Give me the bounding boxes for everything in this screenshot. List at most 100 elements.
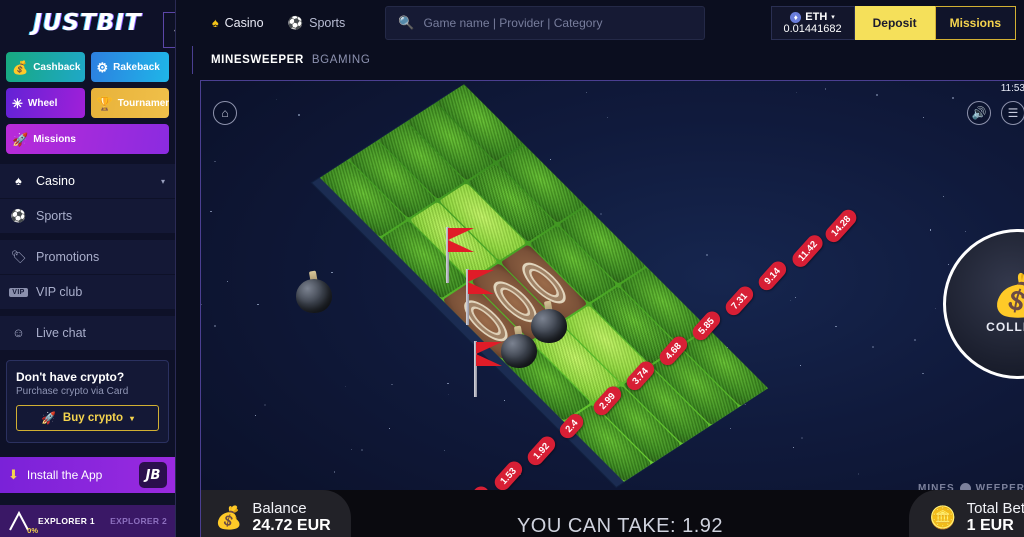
explorer-progress-percent: 0% [27, 526, 38, 535]
multiplier-chip-rail: 1.231.531.922.42.993.744.685.857.319.141… [201, 81, 1024, 537]
promo-card-label: Rakeback [113, 62, 160, 73]
trophy-icon: 🏆 [97, 97, 113, 110]
multiplier-chip: 11.42 [789, 232, 826, 270]
total-bet-label: Total Bet [967, 500, 1024, 517]
promo-card-label: Cashback [33, 62, 80, 73]
header-link-label: Sports [309, 16, 345, 30]
tag-icon: 🏷 [10, 250, 27, 265]
search-icon: 🔍 [398, 15, 414, 31]
vip-badge-text: VIP [9, 288, 27, 297]
search-input[interactable] [423, 16, 692, 30]
install-app-banner[interactable]: ⬇ Install the App JB [0, 457, 175, 493]
sidebar-item-live-chat[interactable]: ☺ Live chat [0, 316, 175, 350]
game-title: MINESWEEPER [211, 54, 304, 66]
jb-app-badge: JB [139, 462, 167, 488]
sidebar: JUSTBIT ❮ 💰 Cashback ⚙ Rakeback ✳ Wheel … [0, 0, 176, 537]
sidebar-item-label: Casino [36, 174, 75, 188]
header-link-casino[interactable]: ♠ Casino [200, 16, 276, 30]
promo-card-label: Wheel [28, 98, 57, 109]
missions-button[interactable]: Missions [935, 6, 1016, 40]
sidebar-nav-secondary: 🏷 Promotions VIP VIP club [0, 240, 175, 309]
sidebar-nav-tertiary: ☺ Live chat [0, 316, 175, 350]
buy-crypto-title: Don't have crypto? [16, 370, 159, 384]
wallet-currency-row: ♦ ETH ▾ [790, 11, 835, 23]
sidebar-item-vip-club[interactable]: VIP VIP club [0, 275, 175, 309]
wheel-icon: ✳ [12, 97, 23, 110]
coin-gears-icon: ⚙ [97, 61, 109, 74]
multiplier-chip: 2.4 [557, 411, 587, 442]
deposit-button[interactable]: Deposit [855, 6, 935, 40]
multiplier-chip: 3.74 [623, 359, 657, 394]
brand-logo[interactable]: JUSTBIT [0, 0, 175, 46]
status-message: YOU CAN TAKE: 1.92 [201, 515, 1024, 537]
multiplier-chip: 2.99 [590, 384, 624, 419]
search-box[interactable]: 🔍 [385, 6, 705, 40]
coins-icon: 🪙 [929, 505, 956, 531]
game-provider: BGAMING [312, 54, 371, 66]
install-app-label: Install the App [27, 468, 131, 482]
promo-card-wheel[interactable]: ✳ Wheel [6, 88, 85, 118]
multiplier-chip: 7.31 [722, 284, 756, 319]
sidebar-item-casino[interactable]: ♠ Casino ▾ [0, 164, 175, 198]
wallet-selector[interactable]: ♦ ETH ▾ 0.01441682 [771, 6, 855, 40]
promo-card-label: Tournaments [118, 98, 169, 109]
explorer-progress-bar[interactable]: EXPLORER 1 EXPLORER 2 0% [0, 505, 175, 537]
buy-crypto-button-label: Buy crypto [63, 412, 123, 424]
chevron-down-icon: ▾ [130, 414, 134, 423]
vip-badge-icon: VIP [10, 288, 27, 297]
total-bet-value: 1 EUR [967, 517, 1024, 535]
brand-logo-text: JUSTBIT [33, 10, 141, 36]
buy-crypto-button[interactable]: 🚀 Buy crypto ▾ [16, 405, 159, 431]
explorer-row: EXPLORER 1 EXPLORER 2 [38, 516, 167, 526]
sidebar-item-sports[interactable]: ⚽ Sports [0, 199, 175, 233]
eth-icon: ♦ [790, 12, 801, 23]
top-header: ♠ Casino ⚽ Sports 🔍 ♦ ETH ▾ 0.0144168 [176, 0, 1024, 46]
promo-card-missions[interactable]: 🚀 Missions [6, 124, 169, 154]
promo-card-cashback[interactable]: 💰 Cashback [6, 52, 85, 82]
spade-icon: ♠ [10, 174, 27, 188]
promo-card-tournaments[interactable]: 🏆 Tournaments [91, 88, 170, 118]
sidebar-collapse-button[interactable]: ❮ [163, 12, 176, 48]
promo-card-rakeback[interactable]: ⚙ Rakeback [91, 52, 170, 82]
multiplier-chip: 1.92 [524, 434, 558, 469]
rocket-icon: 🚀 [12, 133, 28, 146]
sidebar-item-label: Promotions [36, 250, 99, 264]
wallet-currency: ETH [805, 11, 827, 23]
game-board-wrapper: 1.231.531.922.42.993.744.685.857.319.141… [201, 81, 1024, 537]
game-hud: 💰 Balance 24.72 EUR YOU CAN TAKE: 1.92 🪙… [201, 490, 1024, 537]
game-breadcrumb: MINESWEEPER BGAMING [192, 46, 1024, 74]
coin-hand-icon: 💰 [12, 61, 28, 74]
wallet-amount: 0.01441682 [784, 23, 842, 35]
multiplier-chip: 4.68 [656, 334, 690, 369]
sidebar-item-label: Live chat [36, 326, 86, 340]
promo-card-label: Missions [33, 134, 76, 145]
rocket-outline-icon: 🚀 [41, 411, 56, 425]
sidebar-item-label: Sports [36, 209, 72, 223]
header-right-controls: ♦ ETH ▾ 0.01441682 Deposit Missions [771, 6, 1017, 40]
sidebar-item-promotions[interactable]: 🏷 Promotions [0, 240, 175, 274]
main-area: ♠ Casino ⚽ Sports 🔍 ♦ ETH ▾ 0.0144168 [176, 0, 1024, 537]
buy-crypto-subtitle: Purchase crypto via Card [16, 386, 159, 397]
multiplier-chip: 5.85 [689, 309, 723, 344]
chevron-down-icon: ▾ [161, 177, 165, 186]
explorer-labels: EXPLORER 1 EXPLORER 2 0% [38, 516, 167, 526]
buy-crypto-card: Don't have crypto? Purchase crypto via C… [6, 360, 169, 443]
sidebar-nav-primary: ♠ Casino ▾ ⚽ Sports [0, 164, 175, 233]
multiplier-chip: 1.53 [491, 459, 525, 494]
explorer-level-next: EXPLORER 2 [110, 516, 167, 526]
multiplier-chip: 9.14 [755, 259, 789, 294]
total-bet-panel: 🪙 Total Bet 1 EUR [909, 490, 1024, 537]
game-frame: ⌂ 11:53 🔊 ☰ 1.231.531.922.42.993.744.685… [200, 80, 1024, 537]
soccer-ball-icon: ⚽ [10, 209, 27, 224]
header-link-sports[interactable]: ⚽ Sports [276, 16, 358, 31]
collect-button-label: COLLECT [986, 320, 1024, 334]
chevron-down-icon: ▾ [831, 13, 835, 21]
money-bag-icon: 💰 [992, 274, 1024, 316]
promo-card-grid: 💰 Cashback ⚙ Rakeback ✳ Wheel 🏆 Tourname… [0, 46, 175, 154]
multiplier-chip: 14.28 [822, 207, 859, 246]
app-root: JUSTBIT ❮ 💰 Cashback ⚙ Rakeback ✳ Wheel … [0, 0, 1024, 537]
total-bet-text: Total Bet 1 EUR [967, 500, 1024, 536]
soccer-ball-icon: ⚽ [288, 16, 304, 31]
sidebar-item-label: VIP club [36, 285, 82, 299]
download-icon: ⬇ [8, 467, 19, 483]
